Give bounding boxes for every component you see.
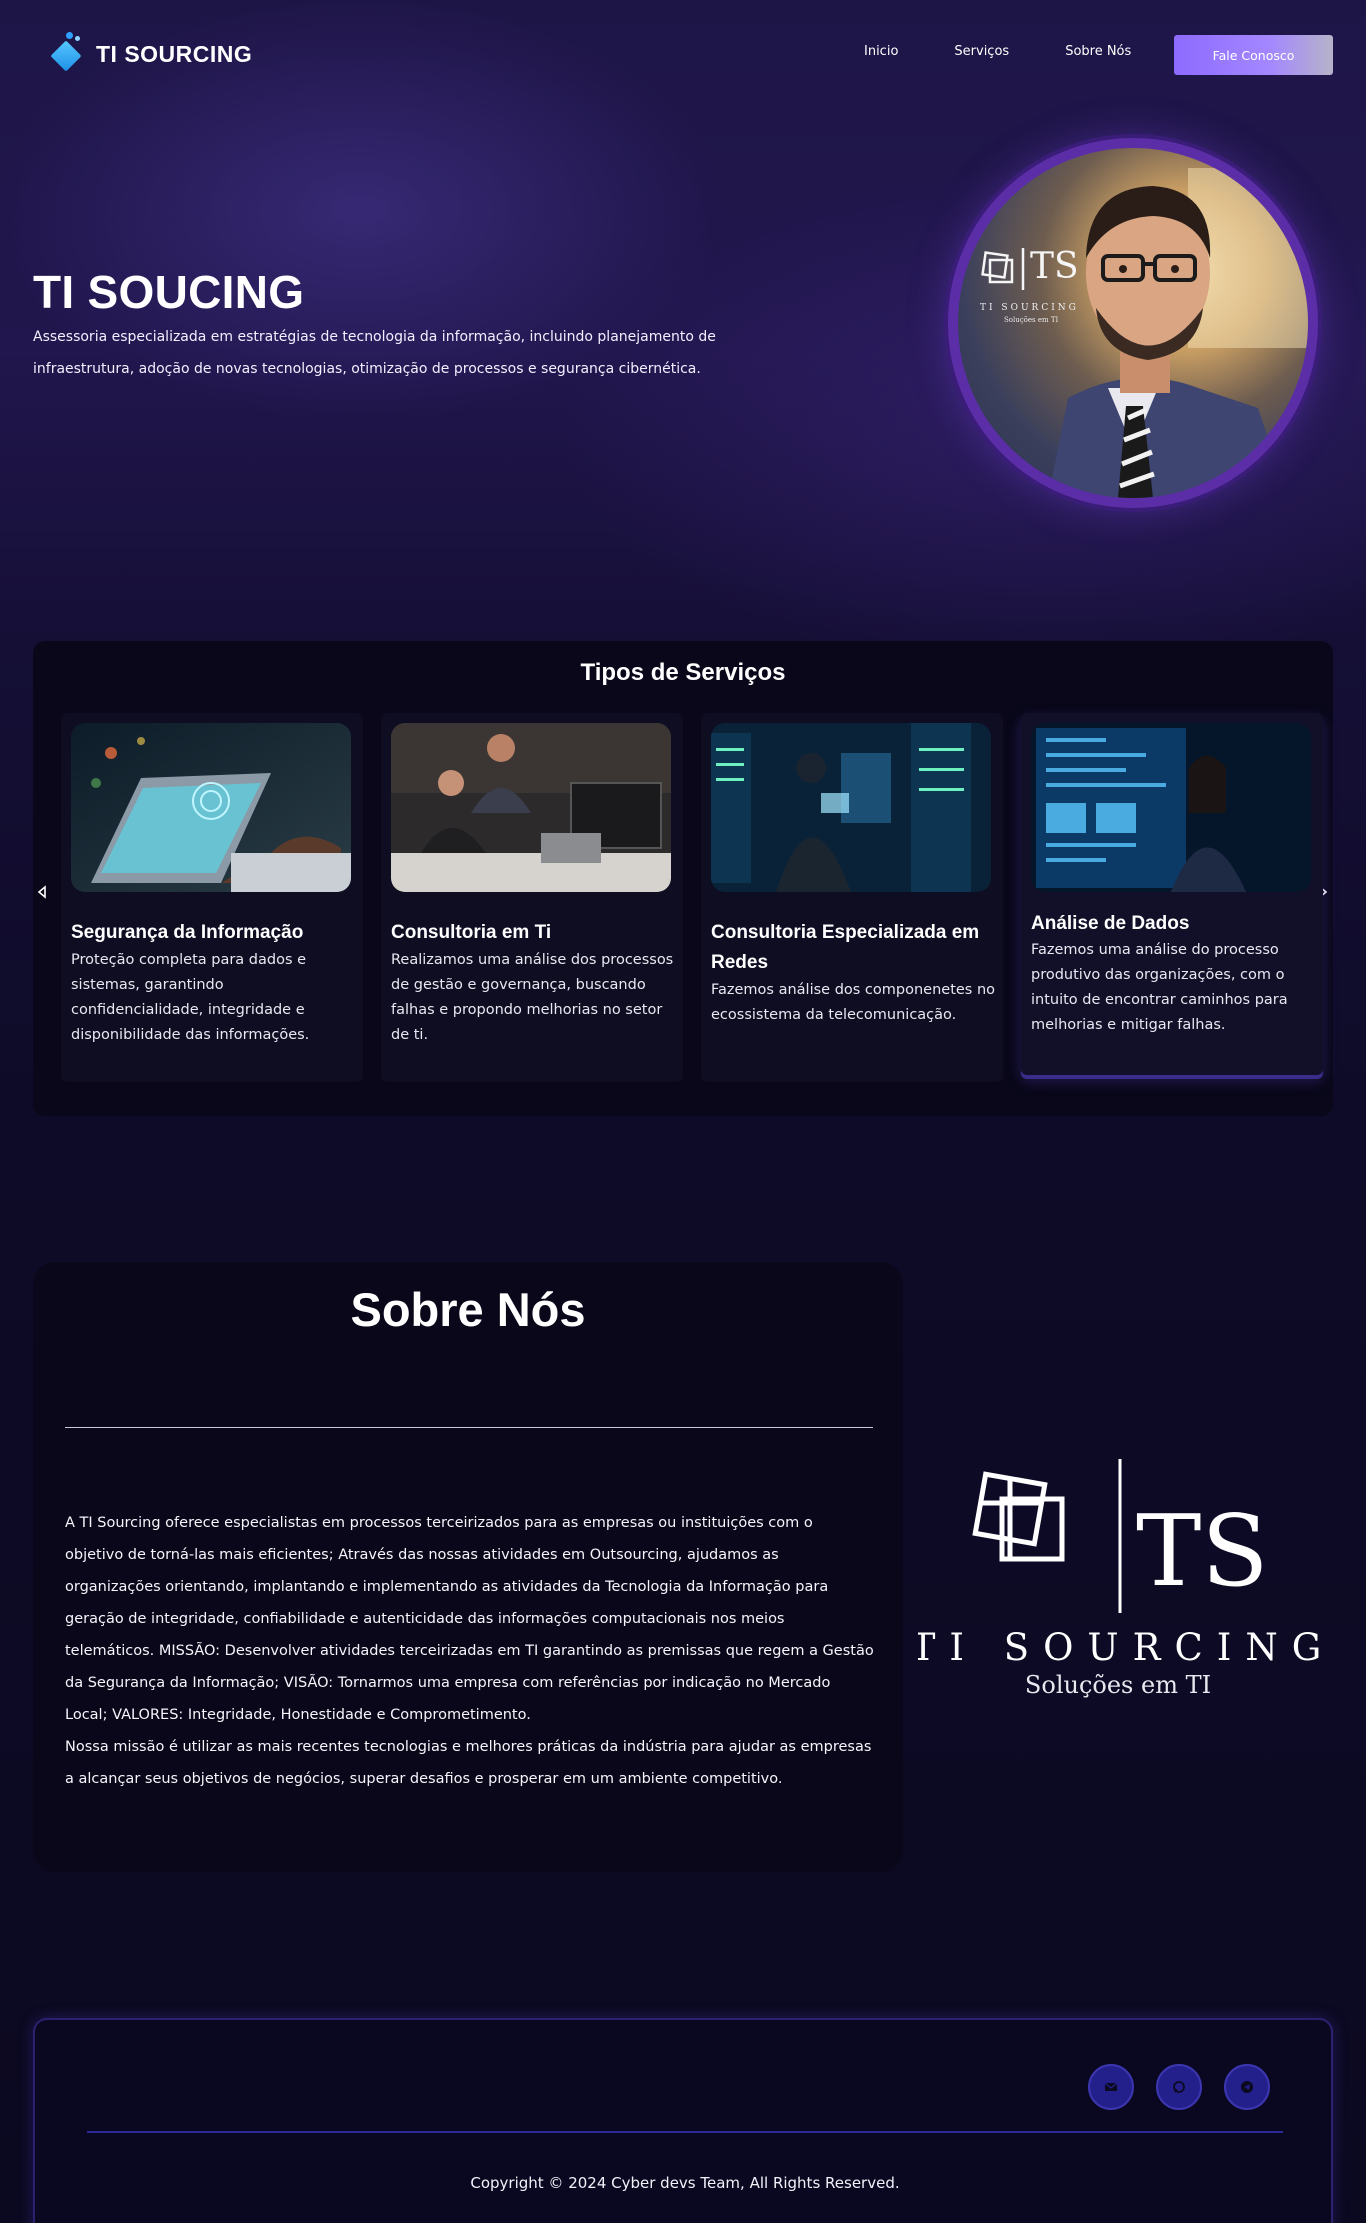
service-card-redes[interactable]: Consultoria Especializada em Redes Fazem…: [701, 713, 1003, 1082]
service-card-description: Realizamos uma análise dos processos de …: [391, 952, 674, 1043]
top-navbar: TI SOURCING Inicio Serviços Sobre Nós Fa…: [0, 0, 1366, 110]
about-text: A TI Sourcing oferece especialistas em p…: [65, 1507, 875, 1795]
footer-divider: [87, 2131, 1283, 2133]
whatsapp-icon: [1173, 2081, 1185, 2093]
divider: [65, 1427, 873, 1428]
service-image-server-room: [711, 723, 991, 892]
service-card-title: Segurança da Informação: [71, 922, 304, 943]
ti-sourcing-logo: TS TI SOURCING Soluções em TI: [911, 1455, 1328, 1705]
services-section: Tipos de Serviços Segurança da Informaçã…: [33, 641, 1333, 1116]
nav-links: Inicio Serviços Sobre Nós: [864, 44, 1131, 59]
service-card-description: Fazemos análise dos componenetes no ecos…: [711, 982, 996, 1023]
svg-text:Soluções em TI: Soluções em TI: [1004, 316, 1059, 324]
telegram-icon: [1241, 2081, 1253, 2093]
email-button[interactable]: [1088, 2064, 1134, 2110]
about-paragraph: Nossa missão é utilizar as mais recentes…: [65, 1739, 872, 1787]
service-image-laptop-hologram: [71, 723, 351, 892]
svg-text:TI SOURCING: TI SOURCING: [918, 1626, 1328, 1669]
portrait-illustration: TS TI SOURCING Soluções em TI: [980, 168, 1308, 498]
telegram-button[interactable]: [1224, 2064, 1270, 2110]
brand-logo-link[interactable]: TI SOURCING: [46, 32, 252, 76]
service-card-description: Fazemos uma análise do processo produtiv…: [1031, 942, 1288, 1033]
service-card-title: Consultoria Especializada em Redes: [711, 922, 980, 973]
email-icon: [1104, 2082, 1118, 2091]
service-card-seguranca[interactable]: Segurança da Informação Proteção complet…: [61, 713, 363, 1082]
service-card-analise-dados[interactable]: Análise de Dados Fazemos uma análise do …: [1021, 713, 1323, 1075]
nav-link-servicos[interactable]: Serviços: [954, 44, 1009, 59]
services-title: Tipos de Serviços: [580, 659, 786, 686]
contact-button[interactable]: Fale Conosco: [1174, 35, 1333, 75]
svg-text:TI SOURCING: TI SOURCING: [980, 303, 1079, 313]
about-section: Sobre Nós A TI Sourcing oferece especial…: [33, 1262, 903, 1872]
hero-description: Assessoria especializada em estratégias …: [33, 329, 716, 377]
about-title: Sobre Nós: [350, 1283, 586, 1336]
service-image-office-team: [391, 723, 671, 892]
brand-name: TI SOURCING: [96, 40, 253, 67]
cube-logo-icon: [972, 1471, 1065, 1562]
service-card-description: Proteção completa para dados e sistemas,…: [71, 952, 310, 1043]
carousel-prev-button[interactable]: [35, 884, 49, 899]
diamond-logo-icon: [46, 32, 90, 76]
copyright-text: Copyright © 2024 Cyber devs Team, All Ri…: [470, 2174, 900, 2192]
service-card-title: Análise de Dados: [1031, 913, 1190, 934]
svg-text:Soluções em TI: Soluções em TI: [1025, 1671, 1211, 1699]
chevron-left-icon: [37, 885, 46, 899]
svg-text:TS: TS: [1136, 1495, 1269, 1609]
service-card-title: Consultoria em Ti: [391, 922, 552, 943]
portrait-watermark-logo: [981, 248, 1025, 290]
svg-text:TS: TS: [1030, 246, 1079, 287]
hero-title: TI SOUCING: [33, 266, 305, 318]
service-image-data-screens: [1031, 723, 1311, 892]
nav-link-inicio[interactable]: Inicio: [864, 44, 898, 59]
nav-link-sobre-nos[interactable]: Sobre Nós: [1065, 44, 1131, 59]
footer: Copyright © 2024 Cyber devs Team, All Ri…: [33, 2018, 1333, 2223]
about-paragraph: A TI Sourcing oferece especialistas em p…: [65, 1515, 874, 1723]
founder-portrait: TS TI SOURCING Soluções em TI: [948, 138, 1318, 508]
whatsapp-button[interactable]: [1156, 2064, 1202, 2110]
service-card-consultoria-ti[interactable]: Consultoria em Ti Realizamos uma análise…: [381, 713, 683, 1082]
